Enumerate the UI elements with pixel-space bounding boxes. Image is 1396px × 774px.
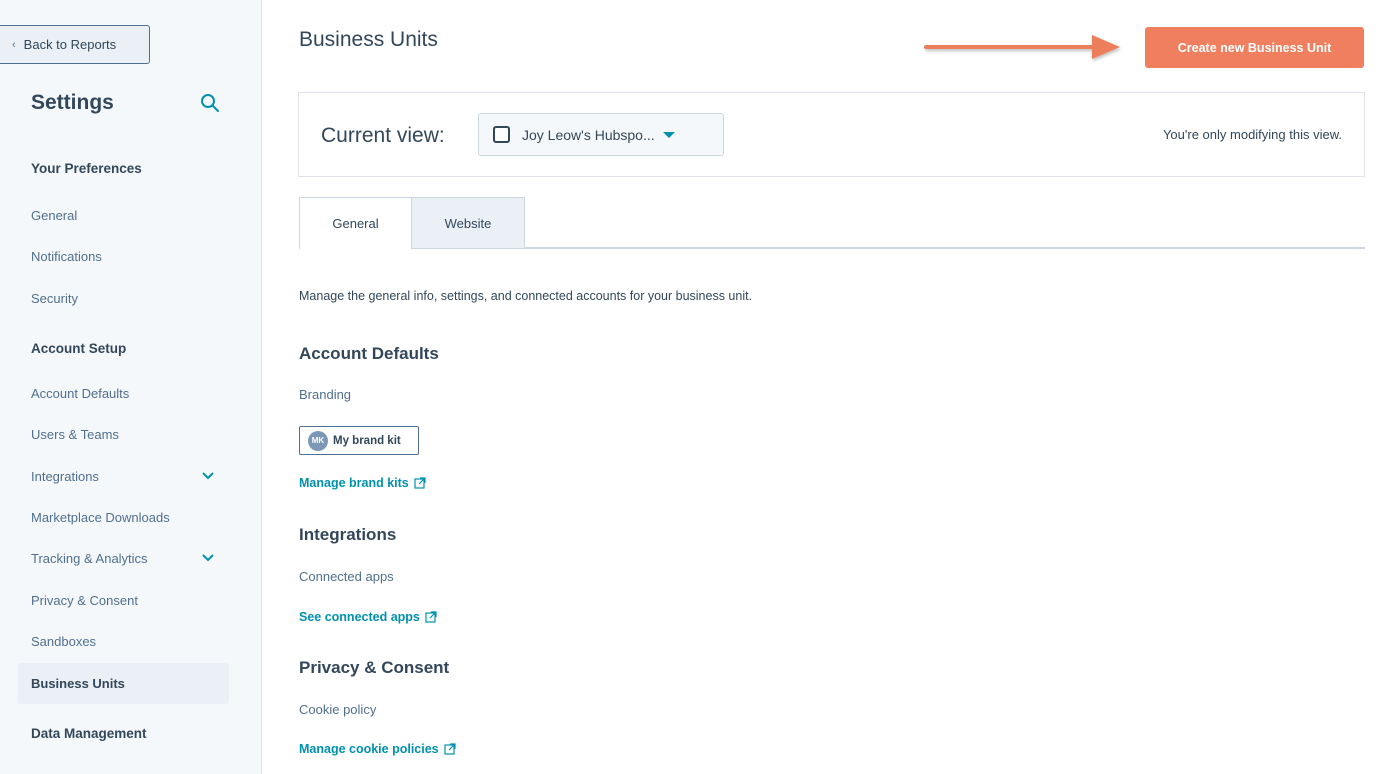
settings-sidebar: ‹ Back to Reports Settings Your Preferen… — [0, 0, 262, 774]
see-connected-apps-link[interactable]: See connected apps — [299, 610, 437, 624]
sidebar-item-label: Security — [31, 291, 78, 306]
section-heading-account-defaults: Account Defaults — [299, 344, 439, 363]
sidebar-section-your-preferences: Your Preferences — [18, 148, 229, 189]
brand-kit-tag[interactable]: MK My brand kit — [299, 426, 419, 455]
sidebar-item-account-defaults[interactable]: Account Defaults — [18, 373, 229, 414]
sidebar-item-notifications[interactable]: Notifications — [18, 236, 229, 277]
search-icon[interactable] — [200, 93, 220, 113]
brand-kit-avatar: MK — [308, 430, 328, 451]
current-view-panel: Current view: Joy Leow's Hubspo... You'r… — [298, 92, 1365, 177]
sidebar-item-label: Account Defaults — [31, 386, 130, 401]
external-link-icon — [425, 611, 437, 623]
current-view-value: Joy Leow's Hubspo... — [522, 126, 655, 143]
sidebar-item-integrations[interactable]: Integrations — [18, 456, 229, 497]
create-business-unit-button[interactable]: Create new Business Unit — [1145, 27, 1364, 68]
sidebar-item-label: Business Units — [31, 676, 125, 691]
section-heading-privacy-consent: Privacy & Consent — [299, 658, 450, 677]
sidebar-item-security[interactable]: Security — [18, 278, 229, 319]
chevron-down-icon[interactable] — [201, 469, 215, 483]
sidebar-item-label: Notifications — [31, 249, 102, 264]
sidebar-item-label: Integrations — [31, 469, 99, 484]
link-label: Manage cookie policies — [299, 742, 439, 756]
tab-general[interactable]: General — [299, 197, 412, 250]
chevron-left-icon: ‹ — [12, 38, 16, 51]
cookie-policy-label: Cookie policy — [299, 702, 377, 717]
tab-bar: General Website — [299, 197, 1365, 250]
sidebar-item-label: Users & Teams — [31, 427, 119, 442]
sidebar-item-label: General — [31, 208, 78, 223]
sidebar-item-users-teams[interactable]: Users & Teams — [18, 414, 229, 455]
sidebar-item-general[interactable]: General — [18, 195, 229, 236]
back-to-reports-button[interactable]: ‹ Back to Reports — [0, 25, 150, 64]
connected-apps-label: Connected apps — [299, 569, 394, 584]
chevron-down-icon[interactable] — [201, 551, 215, 565]
external-link-icon — [444, 743, 456, 755]
tab-description: Manage the general info, settings, and c… — [299, 289, 753, 303]
sidebar-section-account-setup: Account Setup — [18, 328, 229, 369]
sidebar-item-label: Privacy & Consent — [31, 593, 138, 608]
page-title: Business Units — [299, 28, 438, 51]
view-note: You're only modifying this view. — [1162, 127, 1342, 142]
sidebar-title: Settings — [31, 91, 114, 114]
sidebar-item-sandboxes[interactable]: Sandboxes — [18, 621, 229, 662]
link-label: See connected apps — [299, 610, 420, 624]
annotation-arrow-icon — [924, 35, 1120, 59]
sidebar-item-label: Sandboxes — [31, 634, 97, 649]
sidebar-item-label: Your Preferences — [31, 161, 142, 176]
sidebar-item-marketplace-downloads[interactable]: Marketplace Downloads — [18, 497, 229, 538]
sidebar-item-label: Marketplace Downloads — [31, 510, 170, 525]
caret-down-icon — [662, 131, 675, 138]
sidebar-section-data-management: Data Management — [18, 713, 229, 754]
back-button-label: Back to Reports — [23, 37, 117, 52]
manage-brand-kits-link[interactable]: Manage brand kits — [299, 476, 426, 490]
sidebar-item-tracking-analytics[interactable]: Tracking & Analytics — [18, 538, 229, 579]
sidebar-item-label: Tracking & Analytics — [31, 551, 148, 566]
sidebar-item-label: Account Setup — [31, 341, 127, 356]
sidebar-item-label: Data Management — [31, 726, 147, 741]
branding-label: Branding — [299, 387, 352, 402]
current-view-label: Current view: — [321, 124, 445, 147]
current-view-dropdown[interactable]: Joy Leow's Hubspo... — [478, 113, 724, 156]
checkbox-icon — [493, 126, 510, 143]
link-label: Manage brand kits — [299, 476, 409, 490]
section-heading-integrations: Integrations — [299, 525, 397, 544]
tab-website[interactable]: Website — [411, 197, 525, 249]
sidebar-item-privacy-consent[interactable]: Privacy & Consent — [18, 580, 229, 621]
sidebar-item-business-units[interactable]: Business Units — [18, 663, 229, 704]
external-link-icon — [414, 477, 426, 489]
manage-cookie-policies-link[interactable]: Manage cookie policies — [299, 742, 456, 756]
brand-kit-label: My brand kit — [333, 434, 401, 447]
